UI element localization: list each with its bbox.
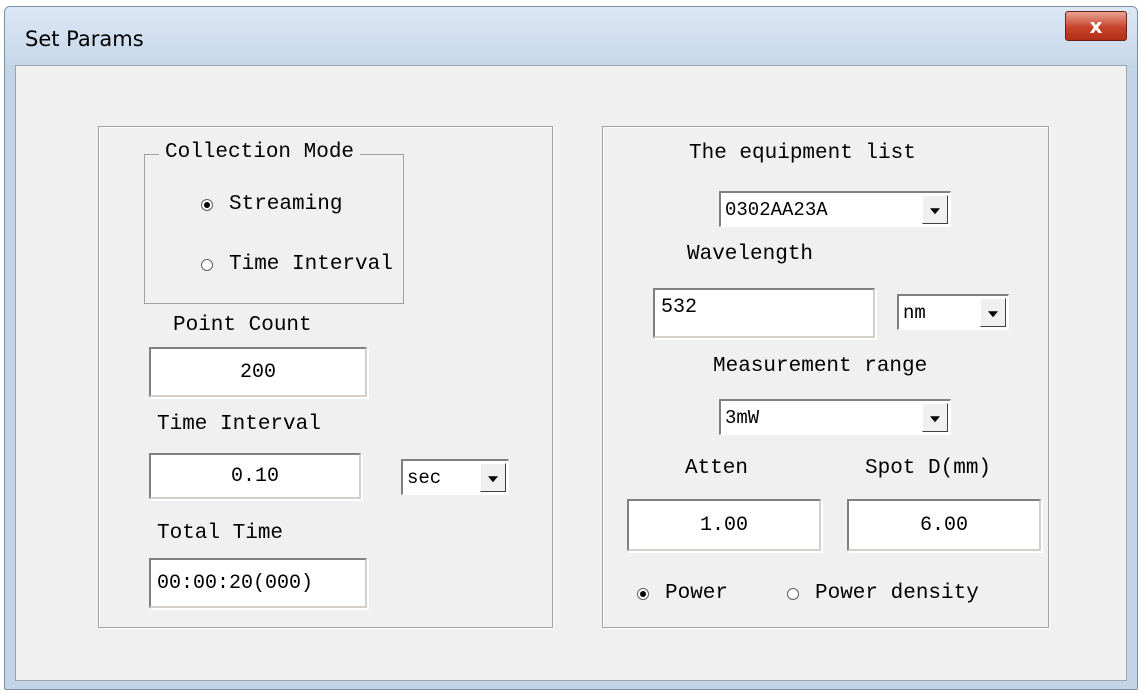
wavelength-label: Wavelength bbox=[687, 243, 814, 266]
close-icon: x bbox=[1089, 14, 1103, 38]
radio-power-density-indicator bbox=[787, 587, 799, 600]
point-count-input[interactable]: 200 bbox=[149, 347, 367, 397]
radio-streaming[interactable]: Streaming bbox=[201, 193, 342, 216]
radio-power-density-label: Power density bbox=[815, 582, 979, 605]
radio-time-interval-label: Time Interval bbox=[229, 253, 393, 276]
point-count-label: Point Count bbox=[173, 314, 312, 337]
set-params-window: Set Params x Collection Mode Streaming T… bbox=[4, 6, 1138, 690]
total-time-label: Total Time bbox=[157, 522, 284, 545]
wavelength-unit-value: nm bbox=[903, 301, 926, 324]
collection-mode-group: Collection Mode Streaming Time Interval bbox=[144, 141, 404, 304]
equipment-list-value: 0302AA23A bbox=[725, 198, 828, 221]
chevron-down-icon bbox=[988, 310, 998, 317]
wavelength-input[interactable]: 532 bbox=[653, 288, 875, 338]
radio-time-interval-indicator bbox=[201, 258, 213, 271]
dialog-client-area: Collection Mode Streaming Time Interval … bbox=[15, 65, 1127, 681]
equipment-dropdown-button[interactable] bbox=[922, 195, 948, 224]
chevron-down-icon bbox=[930, 207, 940, 214]
equipment-list-label: The equipment list bbox=[689, 142, 916, 165]
measurement-range-label: Measurement range bbox=[713, 355, 928, 378]
time-interval-label: Time Interval bbox=[157, 413, 321, 436]
equipment-list-select[interactable]: 0302AA23A bbox=[719, 191, 951, 227]
radio-power[interactable]: Power bbox=[637, 582, 728, 605]
radio-streaming-indicator bbox=[201, 198, 213, 211]
chevron-down-icon bbox=[930, 415, 940, 422]
time-unit-select[interactable]: sec bbox=[401, 459, 509, 495]
close-button[interactable]: x bbox=[1065, 11, 1127, 41]
chevron-down-icon bbox=[488, 475, 498, 482]
total-time-input[interactable]: 00:00:20(000) bbox=[149, 558, 367, 608]
wavelength-unit-dropdown-button[interactable] bbox=[980, 298, 1006, 327]
time-unit-value: sec bbox=[407, 466, 442, 489]
spot-d-label: Spot D(mm) bbox=[865, 457, 992, 480]
spot-d-input[interactable]: 6.00 bbox=[847, 499, 1041, 551]
time-unit-dropdown-button[interactable] bbox=[480, 463, 506, 492]
radio-power-label: Power bbox=[665, 582, 729, 605]
left-panel: Collection Mode Streaming Time Interval … bbox=[98, 126, 553, 628]
measurement-range-select[interactable]: 3mW bbox=[719, 399, 951, 435]
collection-mode-label: Collection Mode bbox=[159, 141, 361, 164]
atten-label: Atten bbox=[685, 457, 749, 480]
window-title: Set Params bbox=[25, 27, 144, 51]
atten-input[interactable]: 1.00 bbox=[627, 499, 821, 551]
radio-power-indicator bbox=[637, 587, 649, 600]
radio-streaming-label: Streaming bbox=[229, 193, 343, 216]
radio-time-interval[interactable]: Time Interval bbox=[201, 253, 393, 276]
measurement-range-value: 3mW bbox=[725, 406, 760, 429]
wavelength-unit-select[interactable]: nm bbox=[897, 294, 1009, 330]
time-interval-input[interactable]: 0.10 bbox=[149, 453, 361, 499]
measurement-range-dropdown-button[interactable] bbox=[922, 403, 948, 432]
radio-power-density[interactable]: Power density bbox=[787, 582, 979, 605]
right-panel: The equipment list 0302AA23A Wavelength … bbox=[602, 126, 1049, 628]
title-bar[interactable]: Set Params x bbox=[5, 7, 1137, 65]
